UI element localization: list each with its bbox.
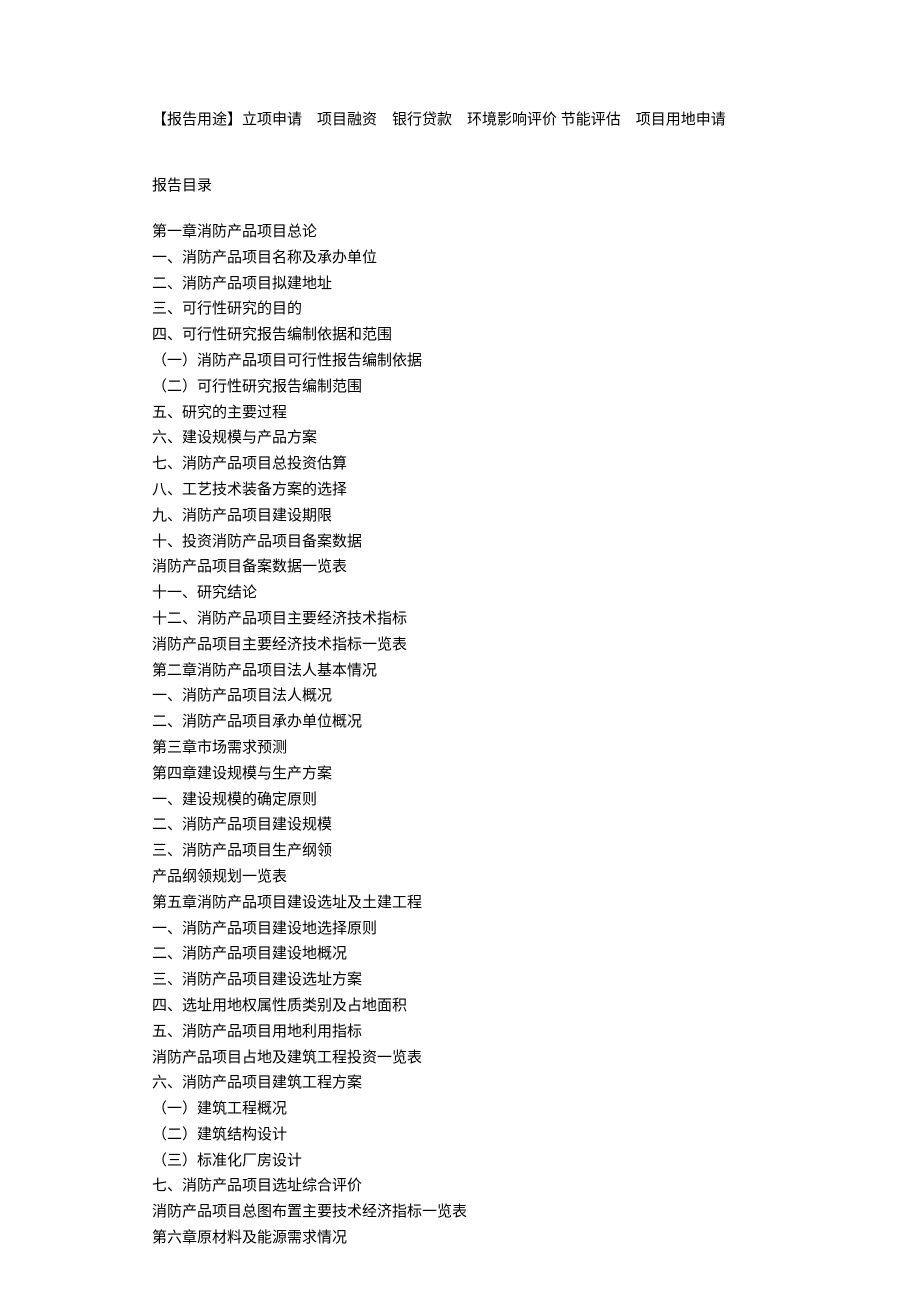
toc-list: 第一章消防产品项目总论 一、消防产品项目名称及承办单位 二、消防产品项目拟建地址…	[152, 220, 768, 1252]
toc-item: 七、消防产品项目总投资估算	[152, 452, 768, 478]
toc-header: 报告目录	[152, 174, 768, 198]
toc-item: 一、消防产品项目名称及承办单位	[152, 246, 768, 272]
toc-item: 三、消防产品项目建设选址方案	[152, 968, 768, 994]
toc-item: 产品纲领规划一览表	[152, 865, 768, 891]
toc-item: 八、工艺技术装备方案的选择	[152, 478, 768, 504]
toc-item: 十二、消防产品项目主要经济技术指标	[152, 607, 768, 633]
toc-item: 五、研究的主要过程	[152, 401, 768, 427]
toc-item: 第五章消防产品项目建设选址及土建工程	[152, 891, 768, 917]
toc-item: 七、消防产品项目选址综合评价	[152, 1174, 768, 1200]
toc-item: 三、可行性研究的目的	[152, 297, 768, 323]
toc-item: 九、消防产品项目建设期限	[152, 504, 768, 530]
toc-item: （一）消防产品项目可行性报告编制依据	[152, 349, 768, 375]
usage-items: 立项申请 项目融资 银行贷款 环境影响评价 节能评估 项目用地申请	[242, 112, 726, 128]
toc-item: 四、选址用地权属性质类别及占地面积	[152, 994, 768, 1020]
toc-item: 消防产品项目占地及建筑工程投资一览表	[152, 1046, 768, 1072]
report-usage-line: 【报告用途】立项申请 项目融资 银行贷款 环境影响评价 节能评估 项目用地申请	[152, 108, 768, 132]
toc-item: 五、消防产品项目用地利用指标	[152, 1020, 768, 1046]
toc-item: （三）标准化厂房设计	[152, 1149, 768, 1175]
toc-item: （二）可行性研究报告编制范围	[152, 375, 768, 401]
toc-item: 二、消防产品项目建设规模	[152, 813, 768, 839]
toc-item: 十、投资消防产品项目备案数据	[152, 530, 768, 556]
toc-item: 第一章消防产品项目总论	[152, 220, 768, 246]
toc-item: 第三章市场需求预测	[152, 736, 768, 762]
toc-item: 三、消防产品项目生产纲领	[152, 839, 768, 865]
toc-item: 二、消防产品项目建设地概况	[152, 942, 768, 968]
toc-item: 一、建设规模的确定原则	[152, 788, 768, 814]
toc-item: 二、消防产品项目拟建地址	[152, 272, 768, 298]
toc-item: 消防产品项目总图布置主要技术经济指标一览表	[152, 1200, 768, 1226]
toc-item: （一）建筑工程概况	[152, 1097, 768, 1123]
toc-item: 第四章建设规模与生产方案	[152, 762, 768, 788]
toc-item: 十一、研究结论	[152, 581, 768, 607]
toc-item: 六、消防产品项目建筑工程方案	[152, 1071, 768, 1097]
toc-item: 消防产品项目主要经济技术指标一览表	[152, 633, 768, 659]
toc-item: （二）建筑结构设计	[152, 1123, 768, 1149]
toc-item: 第六章原材料及能源需求情况	[152, 1226, 768, 1252]
toc-item: 一、消防产品项目建设地选择原则	[152, 917, 768, 943]
toc-item: 第二章消防产品项目法人基本情况	[152, 659, 768, 685]
toc-item: 一、消防产品项目法人概况	[152, 684, 768, 710]
usage-prefix: 【报告用途】	[152, 112, 242, 128]
toc-item: 四、可行性研究报告编制依据和范围	[152, 323, 768, 349]
toc-item: 二、消防产品项目承办单位概况	[152, 710, 768, 736]
toc-item: 消防产品项目备案数据一览表	[152, 555, 768, 581]
document-page: 【报告用途】立项申请 项目融资 银行贷款 环境影响评价 节能评估 项目用地申请 …	[0, 0, 920, 1312]
toc-item: 六、建设规模与产品方案	[152, 426, 768, 452]
